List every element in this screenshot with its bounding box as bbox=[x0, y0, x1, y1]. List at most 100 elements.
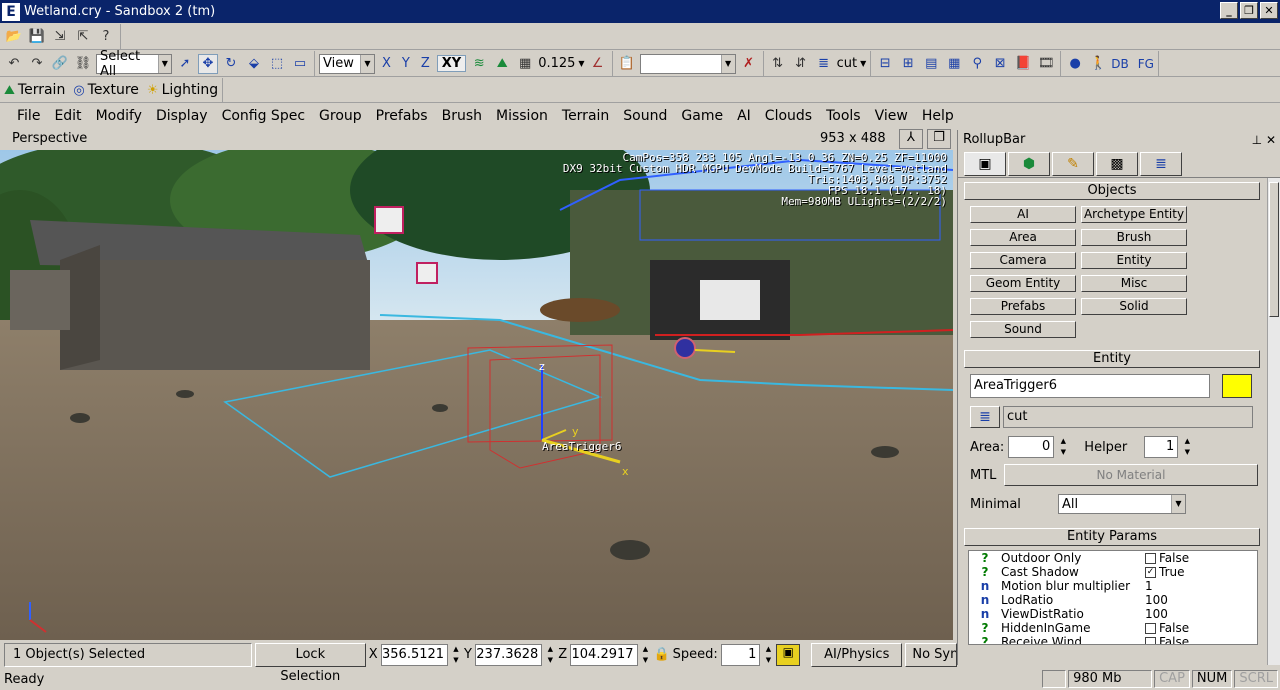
object-button-sound[interactable]: Sound bbox=[970, 321, 1076, 338]
table-icon[interactable]: ▦ bbox=[944, 54, 964, 74]
player-icon[interactable]: 🚶 bbox=[1088, 54, 1108, 74]
close-button[interactable]: ✕ bbox=[1260, 2, 1278, 19]
unlink-icon[interactable]: ⛓ bbox=[73, 54, 93, 74]
film-icon[interactable]: 🎞 bbox=[1036, 54, 1056, 74]
tab-objects[interactable]: ▣ bbox=[964, 152, 1006, 176]
menu-tools[interactable]: Tools bbox=[819, 108, 868, 124]
helper-input[interactable]: 1 bbox=[1144, 436, 1179, 458]
param-row[interactable]: ? Cast Shadow ✓ True bbox=[969, 565, 1257, 579]
help-icon[interactable]: ? bbox=[96, 27, 116, 47]
select-arrow-icon[interactable]: ➚ bbox=[175, 54, 195, 74]
menu-prefabs[interactable]: Prefabs bbox=[369, 108, 435, 124]
terrain-button[interactable]: ⛰ Terrain bbox=[4, 82, 65, 98]
y-coordinate-input[interactable]: 237.3628 bbox=[474, 643, 543, 666]
coord-system-dropdown[interactable]: View ▼ bbox=[319, 53, 375, 74]
grid-icon[interactable]: ▦ bbox=[515, 54, 535, 74]
entity-params-header[interactable]: Entity Params bbox=[964, 528, 1260, 546]
menu-view[interactable]: View bbox=[868, 108, 915, 124]
helper-spinner[interactable]: ▲ ▼ bbox=[1182, 436, 1192, 458]
lighting-button[interactable]: ☀ Lighting bbox=[147, 82, 218, 98]
select-all-dropdown[interactable]: Select All ▼ bbox=[96, 49, 172, 79]
menu-group[interactable]: Group bbox=[312, 108, 369, 124]
tab-display[interactable]: ▩ bbox=[1096, 152, 1138, 176]
import-icon[interactable]: ⇱ bbox=[73, 27, 93, 47]
delete-selection-icon[interactable]: ✗ bbox=[739, 54, 759, 74]
menu-display[interactable]: Display bbox=[149, 108, 215, 124]
object-button-area[interactable]: Area bbox=[970, 229, 1076, 246]
layer-name-label[interactable]: cut bbox=[837, 56, 857, 71]
move-icon[interactable]: ✥ bbox=[198, 53, 218, 74]
redo-icon[interactable]: ↷ bbox=[27, 54, 47, 74]
maximize-viewport-icon[interactable]: ❐ bbox=[927, 129, 951, 149]
object-button-geom-entity[interactable]: Geom Entity bbox=[970, 275, 1076, 292]
axis-xy-button[interactable]: XY bbox=[436, 55, 467, 72]
entity-color-swatch[interactable] bbox=[1222, 374, 1252, 398]
open-icon[interactable]: 📂 bbox=[4, 27, 24, 47]
x-coordinate-input[interactable]: 356.5121 bbox=[380, 643, 449, 666]
speed-input[interactable]: 1 bbox=[720, 643, 761, 666]
book-icon[interactable]: 📕 bbox=[1013, 54, 1033, 74]
objects-header[interactable]: Objects bbox=[964, 182, 1260, 200]
export-icon[interactable]: ⇲ bbox=[50, 27, 70, 47]
scale-icon[interactable]: ⬙ bbox=[244, 54, 264, 74]
menu-edit[interactable]: Edit bbox=[47, 108, 88, 124]
minimize-button[interactable]: _ bbox=[1220, 2, 1238, 19]
lock-icon[interactable]: 🔒 bbox=[653, 647, 669, 662]
menu-file[interactable]: File bbox=[10, 108, 47, 124]
entity-layer-field[interactable]: cut bbox=[1003, 406, 1253, 428]
ai-physics-button[interactable]: AI/Physics bbox=[811, 642, 903, 667]
minimal-dropdown[interactable]: All ▼ bbox=[1058, 494, 1186, 514]
viewport-3d[interactable]: CamPos=358 233 105 Angl=-13 0 36 ZN=0.25… bbox=[0, 150, 953, 640]
chevron-down-icon[interactable]: ▼ bbox=[860, 59, 866, 68]
menu-terrain[interactable]: Terrain bbox=[555, 108, 616, 124]
select-terrain-icon[interactable]: ⬚ bbox=[267, 54, 287, 74]
param-value[interactable]: False bbox=[1145, 621, 1189, 635]
y-spinner[interactable]: ▲ ▼ bbox=[545, 644, 555, 666]
menu-config-spec[interactable]: Config Spec bbox=[215, 108, 312, 124]
menu-game[interactable]: Game bbox=[674, 108, 730, 124]
align-objects-icon[interactable]: ⊞ bbox=[898, 54, 918, 74]
save-icon[interactable]: 💾 bbox=[27, 27, 47, 47]
hierarchy-icon[interactable]: ⚲ bbox=[967, 54, 987, 74]
viewport-name[interactable]: Perspective bbox=[12, 131, 87, 146]
maximize-button[interactable]: ❐ bbox=[1240, 2, 1258, 19]
camera-axis-icon[interactable]: ⅄ bbox=[899, 129, 923, 149]
angle-snap-icon[interactable]: ∠ bbox=[588, 54, 608, 74]
object-grid-icon[interactable]: ▤ bbox=[921, 54, 941, 74]
object-button-brush[interactable]: Brush bbox=[1081, 229, 1187, 246]
db-button[interactable]: DB bbox=[1111, 57, 1128, 71]
layer-up-icon[interactable]: ⇅ bbox=[768, 54, 788, 74]
layer-down-icon[interactable]: ⇵ bbox=[791, 54, 811, 74]
lock-selection-button[interactable]: Lock Selection bbox=[254, 642, 366, 684]
x-spinner[interactable]: ▲ ▼ bbox=[451, 644, 461, 666]
param-checkbox[interactable] bbox=[1145, 552, 1156, 564]
tab-modify[interactable]: ✎ bbox=[1052, 152, 1094, 176]
snap-object-icon[interactable]: ⛰ bbox=[492, 54, 512, 74]
param-row[interactable]: ? HiddenInGame False bbox=[969, 621, 1257, 635]
param-value[interactable]: False bbox=[1145, 551, 1189, 565]
grid-size-label[interactable]: 0.125 bbox=[538, 56, 575, 71]
param-row[interactable]: n Motion blur multiplier 1 bbox=[969, 579, 1257, 593]
notepad-icon[interactable]: 📋 bbox=[617, 54, 637, 74]
texture-button[interactable]: ◎ Texture bbox=[73, 82, 139, 98]
link-icon[interactable]: 🔗 bbox=[50, 54, 70, 74]
menu-sound[interactable]: Sound bbox=[616, 108, 674, 124]
game-mode-icon[interactable]: ▣ bbox=[776, 643, 801, 666]
entity-name-field[interactable]: AreaTrigger6 bbox=[970, 374, 1210, 398]
param-row[interactable]: n LodRatio 100 bbox=[969, 593, 1257, 607]
menu-help[interactable]: Help bbox=[915, 108, 961, 124]
entity-label[interactable]: AreaTrigger6 bbox=[542, 440, 621, 453]
z-spinner[interactable]: ▲ ▼ bbox=[641, 644, 651, 666]
param-value[interactable]: ✓ True bbox=[1145, 565, 1185, 579]
align-icon[interactable]: ⊟ bbox=[875, 54, 895, 74]
no-sync-button[interactable]: No Sync bbox=[905, 642, 957, 667]
area-input[interactable]: 0 bbox=[1008, 436, 1055, 458]
fg-button[interactable]: FG bbox=[1138, 57, 1154, 71]
entity-header[interactable]: Entity bbox=[964, 350, 1260, 368]
menu-clouds[interactable]: Clouds bbox=[758, 108, 819, 124]
named-selection-dropdown[interactable]: ▼ bbox=[639, 53, 736, 74]
object-button-entity[interactable]: Entity bbox=[1081, 252, 1187, 269]
z-coordinate-input[interactable]: 104.2917 bbox=[570, 643, 638, 666]
material-button[interactable]: No Material bbox=[1004, 464, 1258, 486]
param-value[interactable]: False bbox=[1145, 635, 1189, 644]
